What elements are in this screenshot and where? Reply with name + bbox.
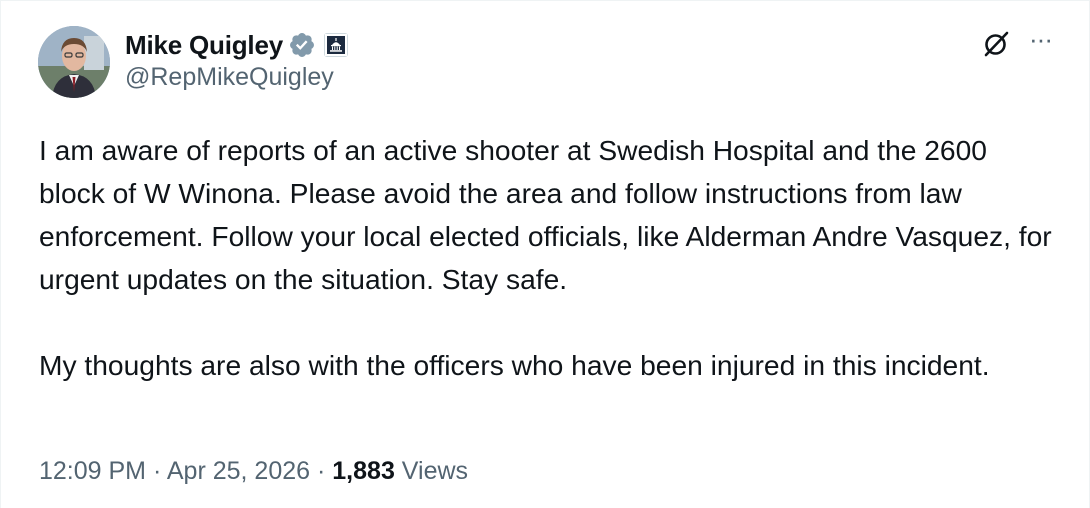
views-label: Views xyxy=(401,457,469,485)
tweet-meta: 12:09 PM · Apr 25, 2026 · 1,883 Views xyxy=(39,457,468,486)
meta-separator: · xyxy=(317,457,326,485)
views-count: 1,883 xyxy=(332,457,395,485)
meta-separator: · xyxy=(152,457,162,485)
tweet-date[interactable]: Apr 25, 2026 xyxy=(167,457,310,485)
more-options-icon[interactable]: ··· xyxy=(1029,26,1059,52)
tweet-time[interactable]: 12:09 PM xyxy=(39,457,146,485)
tweet-text: I am aware of reports of an active shoot… xyxy=(39,134,1052,381)
author-handle[interactable]: @RepMikeQuigley xyxy=(125,63,334,92)
author-display-name[interactable]: Mike Quigley xyxy=(125,30,283,61)
grok-icon[interactable] xyxy=(981,29,1011,59)
capitol-building-icon[interactable] xyxy=(323,33,348,57)
tweet-card: Mike Quigley @RepMikeQuigley ··· I am aw… xyxy=(0,0,1090,508)
author-name-row: Mike Quigley xyxy=(125,28,348,62)
avatar-photo xyxy=(38,26,110,98)
verified-badge-icon[interactable] xyxy=(288,31,316,59)
avatar[interactable] xyxy=(38,26,110,98)
